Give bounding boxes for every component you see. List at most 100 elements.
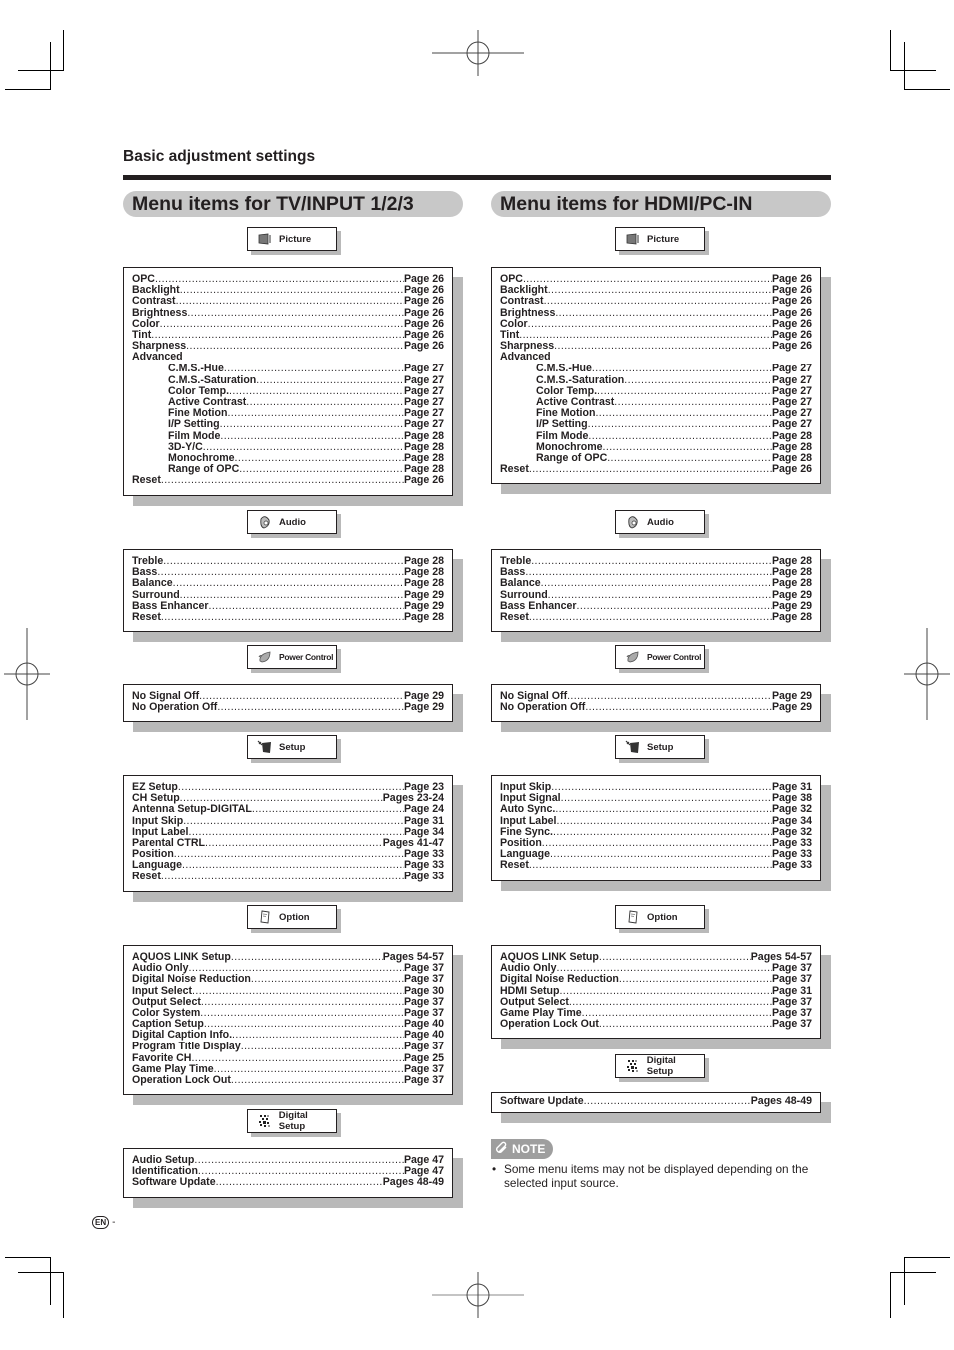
menu-item-film-mode: Film Mode Page 28 — [132, 431, 444, 442]
menu-item-i-p-setting: I/P Setting Page 27 — [500, 419, 812, 430]
menu-item-balance: Balance Page 28 — [132, 578, 444, 589]
menu-list-picture: OPC Page 26 Backlight Page 26 Contrast Page 2… — [123, 267, 463, 506]
leader-dots — [217, 702, 404, 713]
menu-item-label: Bass Enhancer — [500, 600, 577, 612]
page-reference: Page 26 — [771, 274, 812, 285]
category-tab-option[interactable]: Option — [247, 905, 341, 933]
menu-item-label: Balance — [132, 578, 173, 590]
menu-item-label: Program Title Display — [132, 1041, 241, 1053]
menu-item-brightness: Brightness Page 26 — [500, 308, 812, 319]
column-title: Menu items for HDMI/PC-IN — [491, 191, 831, 217]
leader-dots — [174, 849, 404, 860]
menu-item-label: Game Play Time — [500, 1007, 582, 1019]
menu-item-label: Fine Motion — [536, 408, 596, 420]
menu-item-monochrome: Monochrome Page 28 — [500, 442, 812, 453]
menu-item-label: Audio Only — [500, 963, 557, 975]
page-reference: Page 28 — [771, 441, 812, 453]
leader-dots — [205, 838, 383, 849]
page-reference: Page 23 — [403, 782, 444, 793]
page-reference: Page 37 — [403, 1041, 444, 1053]
note-text: Some menu items may not be displayed dep… — [504, 1162, 809, 1190]
tab-label: Setup — [279, 741, 306, 753]
menu-item-aquos-link-setup: AQUOS LINK Setup Pages 54-57 — [132, 952, 444, 963]
menu-item-c-m-s-hue: C.M.S.-Hue Page 27 — [132, 364, 444, 375]
menu-item-label: Audio Only — [132, 963, 189, 975]
leader-dots — [183, 816, 404, 827]
page-reference: Page 29 — [771, 600, 812, 612]
category-tab-setup[interactable]: Setup — [615, 735, 709, 763]
leader-dots — [607, 453, 772, 464]
menu-item-label: Surround — [500, 589, 548, 601]
tab-face: Picture — [247, 227, 337, 251]
page-reference: Page 26 — [403, 307, 444, 319]
menu-item-label: AQUOS LINK Setup — [132, 952, 231, 963]
category-tab-digital-setup[interactable]: Digital Setup — [615, 1054, 709, 1082]
leader-dots — [182, 860, 404, 871]
menu-item-audio-only: Audio Only Page 37 — [132, 963, 444, 974]
menu-list-option: AQUOS LINK Setup Pages 54-57 Audio Only Pag… — [491, 945, 831, 1050]
category-tab-digital-setup[interactable]: Digital Setup — [247, 1109, 341, 1137]
menu-item-language: Language Page 33 — [132, 860, 444, 871]
page-reference: Page 34 — [403, 826, 444, 838]
menu-item-label: Tint — [500, 329, 520, 341]
category-tab-power-control[interactable]: Power Control — [615, 645, 709, 673]
leader-dots — [585, 702, 772, 713]
menu-item-label: Language — [132, 860, 183, 872]
menu-item-label: Surround — [132, 589, 180, 601]
page-reference: Page 26 — [403, 329, 444, 341]
leader-dots — [192, 986, 404, 997]
menu-item-no-operation-off: No Operation Off Page 29 — [132, 702, 444, 713]
leader-dots — [569, 997, 772, 1008]
menu-list-audio: TreblePage 28BassPage 28BalancePage 28Su… — [123, 549, 463, 643]
box-face: AQUOS LINK Setup Pages 54-57 Audio Only Pag… — [491, 945, 821, 1040]
menu-item-label: EZ Setup — [132, 782, 178, 793]
page-reference: Page 33 — [403, 871, 444, 883]
page-reference: Page 27 — [403, 419, 444, 431]
page-reference: Page 37 — [403, 963, 444, 975]
page-reference: Page 28 — [403, 567, 444, 579]
leader-dots — [559, 986, 771, 997]
tab-label: Power Control — [647, 652, 702, 662]
page-reference: Page 26 — [771, 329, 812, 341]
leader-dots — [155, 274, 404, 285]
menu-item-position: Position Page 33 — [500, 838, 812, 849]
menu-item-label: Input Signal — [500, 793, 561, 805]
category-tab-option[interactable]: Option — [615, 905, 709, 933]
leader-dots — [161, 612, 404, 623]
leader-dots — [592, 364, 772, 375]
page-reference: Page 47 — [403, 1166, 444, 1178]
menu-item-label: Film Mode — [168, 430, 221, 442]
menu-item-label: Treble — [132, 556, 164, 567]
page-reference: Page 37 — [403, 1007, 444, 1019]
category-tab-audio[interactable]: Audio — [615, 510, 709, 538]
menu-item-game-play-time: Game Play Time Page 37 — [500, 1008, 812, 1019]
menu-item-label: Bass — [132, 567, 158, 579]
leader-dots — [189, 963, 404, 974]
page-reference: Page 37 — [403, 996, 444, 1008]
page-reference: Page 29 — [403, 702, 444, 714]
menu-item-input-label: Input Label Page 34 — [500, 816, 812, 827]
menu-item-label: Color System — [132, 1007, 201, 1019]
category-tab-power-control[interactable]: Power Control — [247, 645, 341, 673]
page-reference: Page 29 — [403, 589, 444, 601]
menu-item-i-p-setting: I/P Setting Page 27 — [132, 419, 444, 430]
menu-item-sharpness: Sharpness Page 26 — [132, 341, 444, 352]
category-tab-setup[interactable]: Setup — [247, 735, 341, 763]
tab-label: Picture — [647, 233, 680, 245]
menu-item-label: Game Play Time — [132, 1063, 214, 1075]
page-reference: Pages 54-57 — [750, 952, 812, 963]
leader-dots — [151, 330, 404, 341]
category-tab-picture[interactable]: Picture — [247, 227, 341, 255]
category-tab-picture[interactable]: Picture — [615, 227, 709, 255]
menu-item-treble: Treble Page 28 — [500, 556, 812, 567]
menu-item-label: Caption Setup — [132, 1019, 204, 1031]
leader-dots — [199, 691, 404, 702]
menu-item-label: Tint — [132, 329, 152, 341]
leader-dots — [595, 408, 772, 419]
category-tab-audio[interactable]: Audio — [247, 510, 341, 538]
menu-item-color-system: Color System Page 37 — [132, 1008, 444, 1019]
menu-list-power-control: No Signal Off Page 29 No Operation Off Page… — [491, 684, 831, 733]
page-reference: Page 29 — [771, 702, 812, 714]
menu-item-active-contrast: Active Contrast Page 27 — [500, 397, 812, 408]
paperclip-icon — [495, 1141, 509, 1158]
